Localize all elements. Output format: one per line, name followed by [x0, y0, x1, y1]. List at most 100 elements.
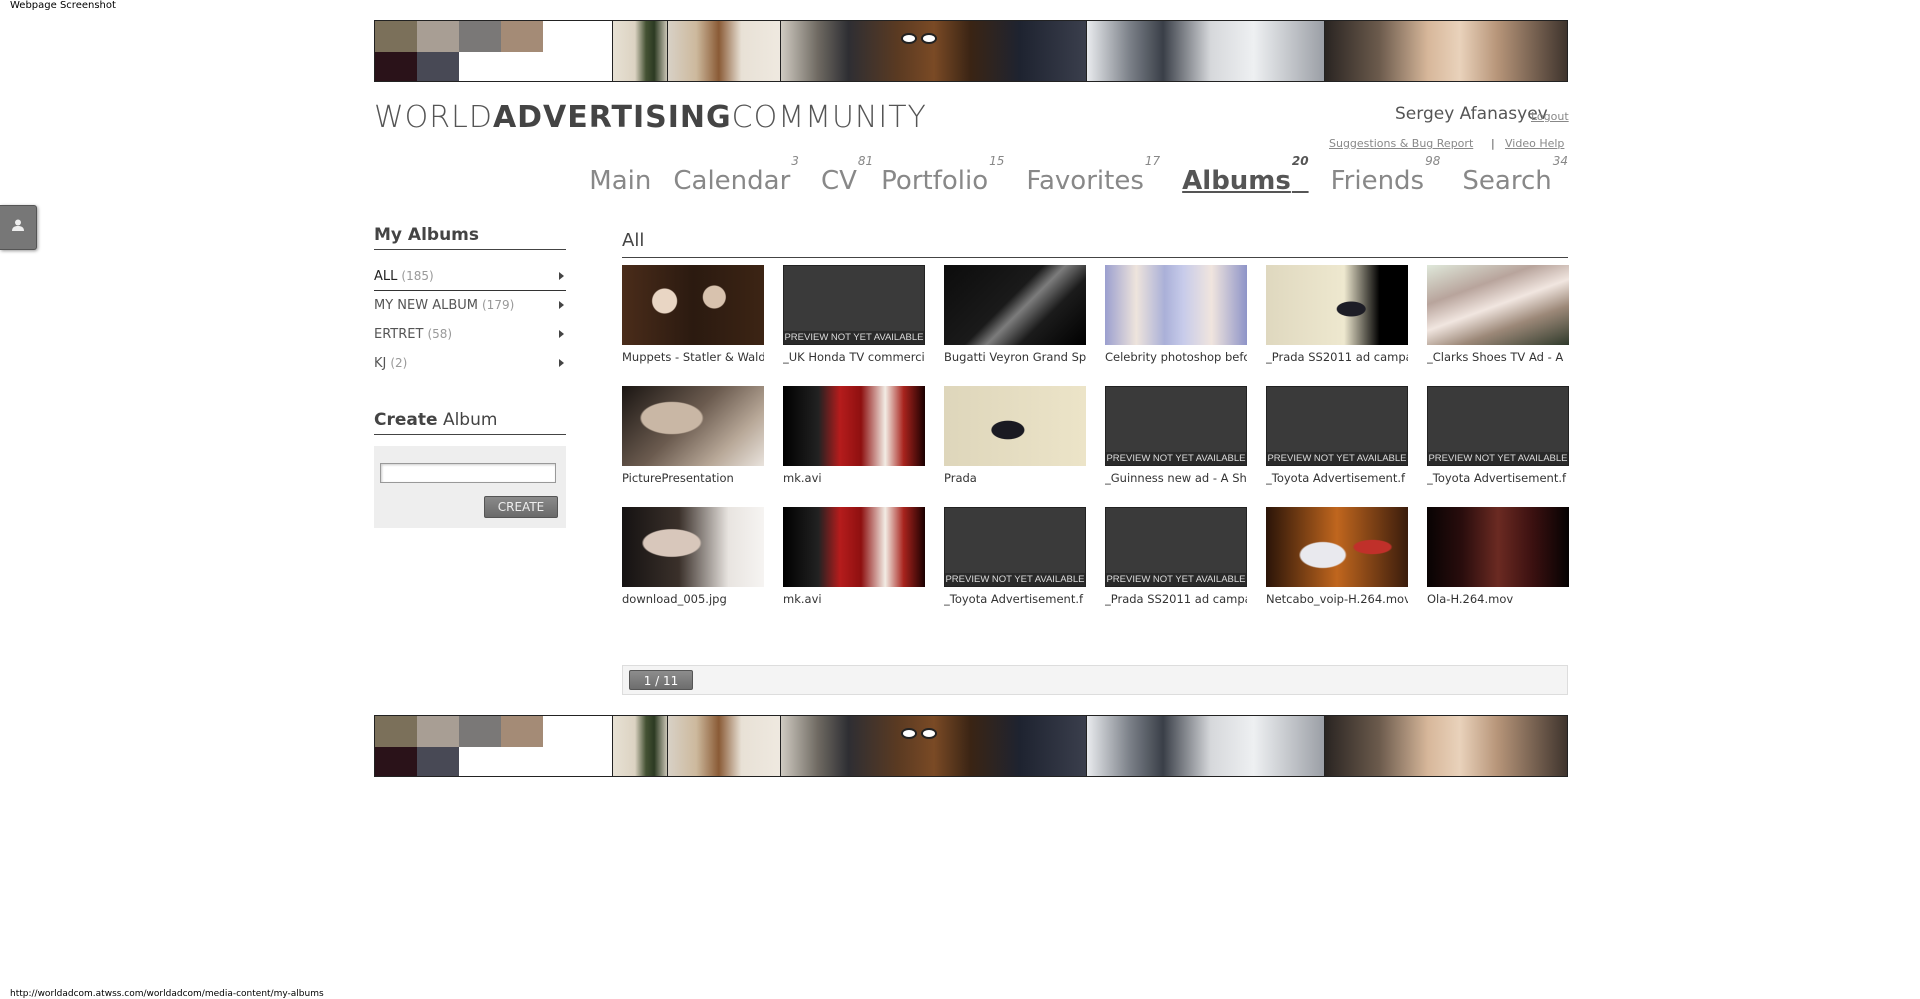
nav-search[interactable]: Search34 [1462, 154, 1568, 196]
media-thumbnail[interactable] [1427, 265, 1569, 345]
nav-label: CV [820, 166, 857, 196]
banner-image-car [1086, 21, 1325, 81]
nav-albums[interactable]: Albums20 [1182, 154, 1308, 196]
media-tile[interactable]: mk.avi [783, 507, 925, 606]
nav-count: 20 [1291, 154, 1309, 169]
media-thumbnail[interactable] [783, 507, 925, 587]
nav-friends[interactable]: Friends98 [1331, 154, 1441, 196]
media-tile[interactable]: PREVIEW NOT YET AVAILABLE _Toyota Adverti… [1427, 386, 1569, 485]
banner-image-dog [667, 716, 781, 776]
media-tile[interactable]: Muppets - Statler & Waldorf [622, 265, 764, 364]
media-thumbnail[interactable] [622, 386, 764, 466]
album-list: ALL (185) MY NEW ALBUM (179) ERTRET (58) KJ… [374, 262, 566, 378]
media-thumbnail-unavailable[interactable]: PREVIEW NOT YET AVAILABLE [783, 265, 925, 345]
preview-unavailable-label: PREVIEW NOT YET AVAILABLE [1267, 452, 1407, 465]
nav-count: 3 [791, 154, 799, 169]
arrow-right-icon [559, 301, 564, 309]
media-thumbnail-unavailable[interactable]: PREVIEW NOT YET AVAILABLE [944, 507, 1086, 587]
media-thumbnail[interactable] [622, 265, 764, 345]
media-name[interactable]: mk.avi [783, 592, 925, 606]
color-swatches [375, 716, 545, 776]
swatch [417, 747, 459, 776]
media-tile[interactable]: Celebrity photoshop before [1105, 265, 1247, 364]
media-tile[interactable]: PREVIEW NOT YET AVAILABLE _Toyota Adverti… [1266, 386, 1408, 485]
create-heading-rest: Album [442, 410, 498, 430]
media-name[interactable]: Celebrity photoshop before [1105, 350, 1247, 364]
media-thumbnail-unavailable[interactable]: PREVIEW NOT YET AVAILABLE [1427, 386, 1569, 466]
media-tile[interactable]: PREVIEW NOT YET AVAILABLE _Toyota Adverti… [944, 507, 1086, 606]
suggestions-link[interactable]: Suggestions & Bug Report [1329, 137, 1473, 150]
logo-advertising: ADVERTISING [492, 100, 732, 135]
media-name[interactable]: Bugatti Veyron Grand Sport [944, 350, 1086, 364]
media-tile[interactable]: PREVIEW NOT YET AVAILABLE _UK Honda TV co… [783, 265, 925, 364]
media-tile[interactable]: download_005.jpg [622, 507, 764, 606]
media-tile[interactable]: mk.avi [783, 386, 925, 485]
nav-portfolio[interactable]: Portfolio15 [881, 154, 1004, 196]
media-name[interactable]: _UK Honda TV commercial [783, 350, 925, 364]
media-tile[interactable]: PREVIEW NOT YET AVAILABLE _Guinness new a… [1105, 386, 1247, 485]
album-name-input[interactable] [380, 463, 556, 483]
site-logo[interactable]: WORLDADVERTISINGCOMMUNITY [374, 100, 927, 135]
media-thumbnail[interactable] [622, 507, 764, 587]
media-tile[interactable]: _Clarks Shoes TV Ad - A [1427, 265, 1569, 364]
video-help-link[interactable]: Video Help [1505, 137, 1564, 150]
page-indicator[interactable]: 1 / 11 [629, 670, 693, 690]
nav-count: 15 [989, 154, 1005, 169]
album-count: (2) [390, 356, 408, 370]
media-tile[interactable]: Prada [944, 386, 1086, 485]
media-name[interactable]: _Guinness new ad - A Sh [1105, 471, 1247, 485]
media-name[interactable]: Prada [944, 471, 1086, 485]
media-tile[interactable]: PREVIEW NOT YET AVAILABLE _Prada SS2011 a… [1105, 507, 1247, 606]
media-name[interactable]: Ola-H.264.mov [1427, 592, 1569, 606]
album-count: (58) [427, 327, 453, 341]
media-thumbnail[interactable] [944, 386, 1086, 466]
media-thumbnail[interactable] [1105, 265, 1247, 345]
media-name[interactable]: _Toyota Advertisement.f [1427, 471, 1569, 485]
logout-link[interactable]: Logout [1531, 110, 1569, 123]
media-tile[interactable]: Netcabo_voip-H.264.mov [1266, 507, 1408, 606]
media-name[interactable]: _Prada SS2011 ad campaign [1266, 350, 1408, 364]
arrow-right-icon [559, 330, 564, 338]
color-swatches [375, 21, 545, 81]
media-thumbnail[interactable] [1427, 507, 1569, 587]
album-item-ertret[interactable]: ERTRET (58) [374, 320, 566, 349]
media-thumbnail-unavailable[interactable]: PREVIEW NOT YET AVAILABLE [1266, 386, 1408, 466]
media-thumbnail-unavailable[interactable]: PREVIEW NOT YET AVAILABLE [1105, 386, 1247, 466]
album-item-all[interactable]: ALL (185) [374, 262, 566, 291]
banner-image-plant [612, 716, 668, 776]
preview-unavailable-label: PREVIEW NOT YET AVAILABLE [784, 331, 924, 344]
screenshot-caption: Webpage Screenshot [10, 0, 116, 11]
album-item-my-new-album[interactable]: MY NEW ALBUM (179) [374, 291, 566, 320]
create-album-button[interactable]: CREATE [484, 496, 558, 518]
media-name[interactable]: PicturePresentation [622, 471, 764, 485]
media-thumbnail[interactable] [1266, 507, 1408, 587]
my-albums-heading: My Albums [374, 225, 566, 250]
album-label: ERTRET [374, 327, 424, 342]
media-thumbnail[interactable] [783, 386, 925, 466]
side-profile-tab[interactable] [0, 205, 37, 250]
header-banner [374, 20, 1568, 82]
nav-calendar[interactable]: Calendar3 [673, 154, 799, 196]
nav-cv[interactable]: CV81 [820, 154, 873, 196]
media-name[interactable]: _Clarks Shoes TV Ad - A [1427, 350, 1569, 364]
nav-favorites[interactable]: Favorites17 [1026, 154, 1160, 196]
nav-main[interactable]: Main [589, 166, 651, 196]
media-name[interactable]: Muppets - Statler & Waldorf [622, 350, 764, 364]
album-item-kj[interactable]: KJ (2) [374, 349, 566, 378]
media-tile[interactable]: PicturePresentation [622, 386, 764, 485]
media-tile[interactable]: Ola-H.264.mov [1427, 507, 1569, 606]
media-tile[interactable]: Bugatti Veyron Grand Sport [944, 265, 1086, 364]
media-thumbnail-unavailable[interactable]: PREVIEW NOT YET AVAILABLE [1105, 507, 1247, 587]
media-thumbnail[interactable] [1266, 265, 1408, 345]
media-name[interactable]: _Prada SS2011 ad campaign [1105, 592, 1247, 606]
banner-image-model [1324, 716, 1567, 776]
album-count: (185) [401, 269, 434, 283]
media-name[interactable]: mk.avi [783, 471, 925, 485]
media-name[interactable]: _Toyota Advertisement.f [944, 592, 1086, 606]
media-thumbnail[interactable] [944, 265, 1086, 345]
media-name[interactable]: Netcabo_voip-H.264.mov [1266, 592, 1408, 606]
media-name[interactable]: _Toyota Advertisement.f [1266, 471, 1408, 485]
create-album-heading: Create Album [374, 410, 566, 435]
media-name[interactable]: download_005.jpg [622, 592, 764, 606]
media-tile[interactable]: _Prada SS2011 ad campaign [1266, 265, 1408, 364]
